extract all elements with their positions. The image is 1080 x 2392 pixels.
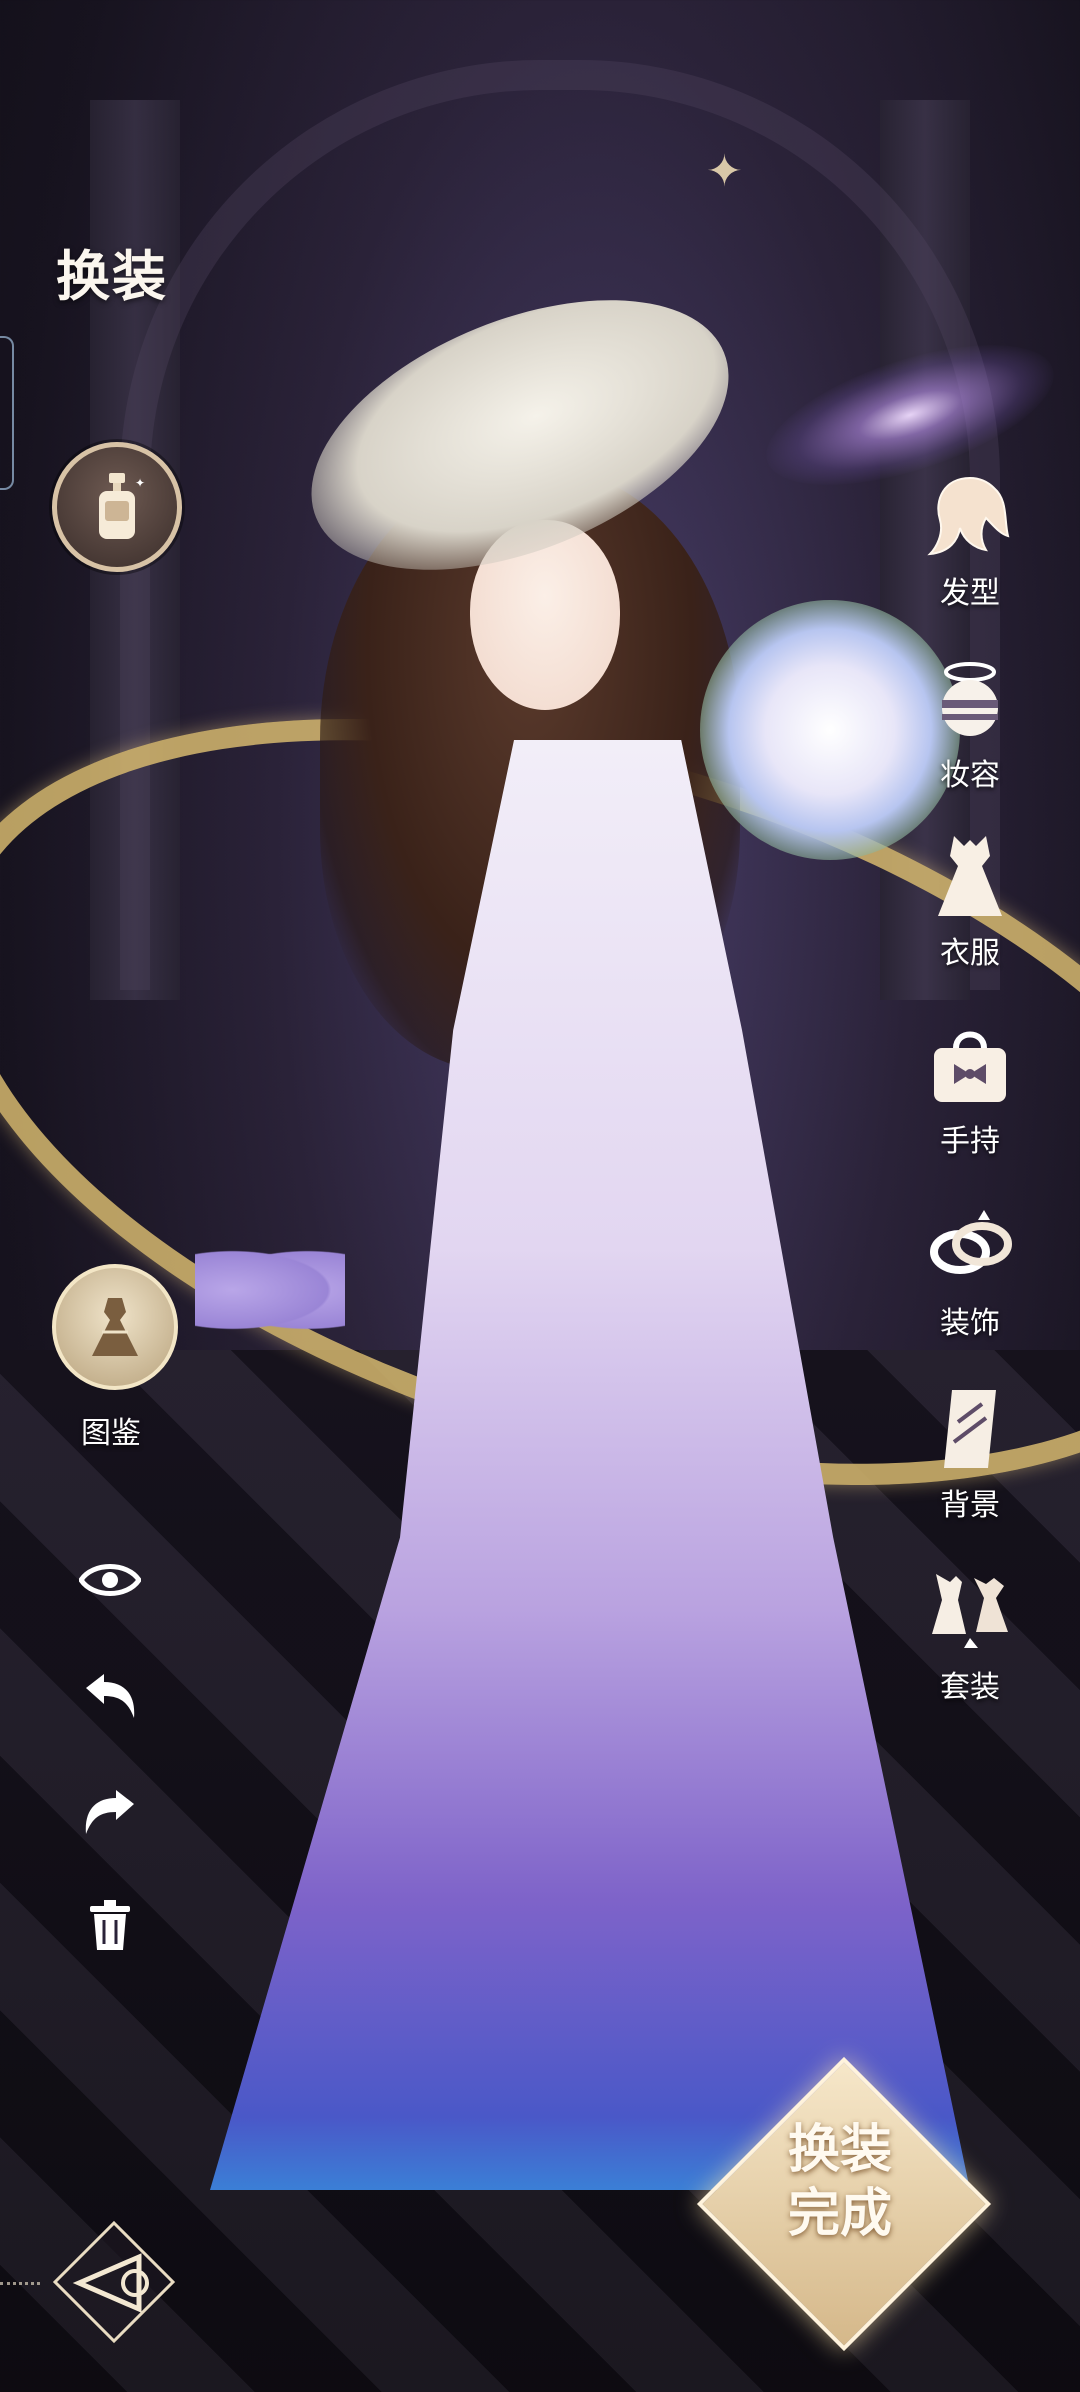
- category-label-handheld: 手持: [940, 1124, 1000, 1159]
- background-icon: [924, 1382, 1016, 1474]
- outfit-set-icon: [924, 1564, 1016, 1656]
- back-button[interactable]: [44, 2212, 184, 2352]
- dotted-line-decoration: [0, 2282, 40, 2285]
- sparkle-star: ✦: [706, 146, 743, 197]
- category-label-background: 背景: [940, 1488, 1000, 1523]
- side-drawer-tab[interactable]: [0, 336, 14, 490]
- rings-icon: [924, 1200, 1016, 1292]
- dress-catalog-icon: [92, 1298, 138, 1356]
- undo-button[interactable]: [70, 1656, 150, 1736]
- delete-button[interactable]: [70, 1886, 150, 1966]
- category-hair[interactable]: 发型: [880, 470, 1060, 612]
- svg-text:✦: ✦: [135, 476, 145, 490]
- category-handheld[interactable]: 手持: [880, 1018, 1060, 1160]
- finish-button-line2: 完成: [787, 2183, 892, 2244]
- undo-icon: [86, 1674, 135, 1718]
- eye-icon: [79, 1564, 141, 1596]
- dress-icon: [924, 830, 1016, 922]
- spray-button[interactable]: ✦: [52, 442, 182, 572]
- back-triangle-icon: [52, 2220, 176, 2344]
- spray-bottle-icon: ✦: [99, 473, 145, 539]
- ribbon-bow: [195, 1245, 345, 1335]
- toggle-visibility-button[interactable]: [70, 1540, 150, 1620]
- category-label-accessories: 装饰: [940, 1306, 1000, 1341]
- category-background[interactable]: 背景: [880, 1382, 1060, 1524]
- codex-button[interactable]: [52, 1264, 178, 1390]
- redo-button[interactable]: [70, 1772, 150, 1852]
- codex-label: 图鉴: [81, 1416, 141, 1451]
- category-outfit-set[interactable]: 套装: [880, 1564, 1060, 1706]
- trash-icon: [90, 1900, 130, 1950]
- finish-button-label: 换装 完成: [740, 2118, 940, 2246]
- category-label-makeup: 妆容: [940, 758, 1000, 793]
- handbag-icon: [924, 1018, 1016, 1110]
- makeup-icon: [924, 652, 1016, 744]
- category-label-outfit-set: 套装: [940, 1670, 1000, 1705]
- finish-button-line1: 换装: [787, 2119, 892, 2180]
- category-label-clothes: 衣服: [940, 936, 1000, 971]
- category-makeup[interactable]: 妆容: [880, 652, 1060, 794]
- category-accessories[interactable]: 装饰: [880, 1200, 1060, 1342]
- page-title: 换装: [56, 244, 168, 308]
- category-label-hair: 发型: [940, 576, 1000, 611]
- category-clothes[interactable]: 衣服: [880, 830, 1060, 972]
- redo-icon: [85, 1790, 134, 1834]
- hair-icon: [924, 470, 1016, 562]
